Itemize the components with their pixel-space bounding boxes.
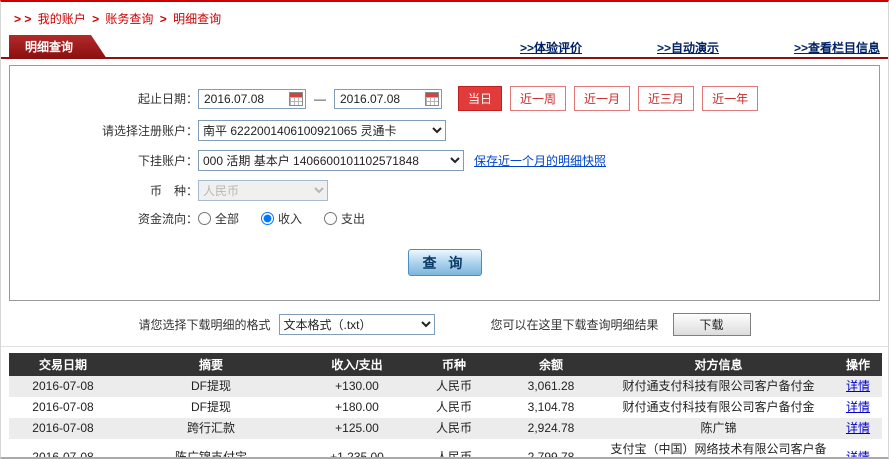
download-hint: 您可以在这里下载查询明细结果: [490, 318, 659, 332]
table-row: 2016-07-08 跨行汇款 +125.00 人民币 2,924.78 陈广锦…: [9, 418, 882, 439]
cell-balance: 3,104.78: [527, 400, 575, 414]
col-header-currency: 币种: [409, 353, 499, 376]
account-label: 请选择注册账户：: [101, 124, 198, 138]
range-year-button[interactable]: 近一年: [702, 86, 759, 111]
flow-option-income[interactable]: 收入: [261, 210, 302, 227]
form-row-currency: 币 种： 人民币: [10, 180, 879, 201]
cell-currency: 人民币: [435, 379, 472, 393]
cell-counterparty: 陈广锦: [700, 421, 737, 435]
cell-balance: 2,799.78: [527, 449, 575, 459]
form-row-account: 请选择注册账户： 南平 6222001406100921065 灵通卡: [10, 120, 879, 141]
flow-option-all[interactable]: 全部: [198, 210, 239, 227]
col-header-balance: 余额: [499, 353, 603, 376]
cell-counterparty: 财付通支付科技有限公司客户备付金: [622, 379, 815, 393]
flow-option-expense[interactable]: 支出: [324, 210, 365, 227]
range-week-button[interactable]: 近一周: [510, 86, 567, 111]
link-column-info[interactable]: >>查看栏目信息: [794, 39, 880, 56]
breadcrumb-item-account-query[interactable]: 账务查询: [105, 12, 153, 26]
download-format-select[interactable]: 文本格式（.txt）: [278, 314, 435, 335]
flow-radio-all[interactable]: [198, 212, 211, 225]
currency-select: 人民币: [198, 180, 328, 201]
breadcrumb-item-my-account[interactable]: 我的账户: [38, 12, 86, 26]
panel-title-tab: 明细查询: [9, 35, 107, 59]
col-header-date: 交易日期: [9, 353, 117, 376]
flow-radio-expense[interactable]: [324, 212, 338, 225]
detail-link[interactable]: 详情: [846, 379, 870, 393]
results-table: 交易日期 摘要 收入/支出 币种 余额 对方信息 操作 2016-07-08 D…: [9, 353, 882, 459]
link-experience-review[interactable]: >>体验评价: [520, 39, 582, 56]
download-button[interactable]: 下载: [672, 313, 751, 336]
divider: [1, 346, 888, 347]
calendar-icon[interactable]: [289, 91, 303, 106]
form-row-flow: 资金流向： 全部 收入 支出: [10, 210, 879, 227]
cell-balance: 3,061.28: [527, 379, 575, 393]
table-row: 2016-07-08 DF提现 +180.00 人民币 3,104.78 财付通…: [9, 397, 882, 418]
col-header-summary: 摘要: [117, 353, 305, 376]
detail-link[interactable]: 详情: [846, 450, 870, 458]
col-header-amount: 收入/支出: [305, 353, 409, 376]
col-header-counterparty: 对方信息: [603, 353, 834, 376]
cell-summary: 跨行汇款: [186, 421, 235, 435]
calendar-icon[interactable]: [425, 91, 439, 106]
cell-counterparty: 财付通支付科技有限公司客户备付金: [622, 400, 815, 414]
range-quarter-button[interactable]: 近三月: [638, 86, 695, 111]
cell-amount: +125.00: [335, 421, 379, 435]
download-row: 请您选择下载明细的格式 文本格式（.txt） 您可以在这里下载查询明细结果 下载: [1, 313, 888, 336]
cell-date: 2016-07-08: [32, 449, 94, 459]
flow-option-income-label: 收入: [278, 212, 303, 226]
cell-counterparty: 支付宝（中国）网络技术有限公司客户备付金: [610, 442, 827, 456]
quick-range-buttons: 当日 近一周 近一月 近三月 近一年: [458, 86, 759, 111]
cell-amount: +130.00: [335, 379, 379, 393]
date-to-wrap: [334, 88, 442, 109]
date-separator: —: [314, 91, 326, 106]
cell-date: 2016-07-08: [32, 379, 94, 393]
download-format-label: 请您选择下载明细的格式: [138, 318, 271, 332]
form-row-subaccount: 下挂账户： 000 活期 基本户 1406600101102571848 保存近…: [10, 150, 879, 171]
range-today-button[interactable]: 当日: [458, 86, 503, 111]
currency-label: 币 种：: [149, 184, 198, 198]
sub-account-select[interactable]: 000 活期 基本户 1406600101102571848: [198, 150, 464, 171]
subaccount-label: 下挂账户：: [137, 154, 198, 168]
range-month-button[interactable]: 近一月: [574, 86, 631, 111]
registered-account-select[interactable]: 南平 6222001406100921065 灵通卡: [198, 120, 446, 141]
table-row: 2016-07-08 陈广锦支付宝 +1,235.00 人民币 2,799.78…: [9, 439, 882, 459]
flow-label: 资金流向：: [137, 212, 198, 226]
date-range-label: 起止日期：: [137, 92, 198, 106]
query-form: 起止日期： — 当日 近一周 近一月 近三月 近一年 请选择注册账户： 南平 6…: [9, 65, 880, 301]
flow-radio-group: 全部 收入 支出: [198, 210, 365, 227]
breadcrumb: > > 我的账户 > 账务查询 > 明细查询: [1, 2, 888, 33]
cell-balance: 2,924.78: [527, 421, 575, 435]
cell-amount: +1,235.00: [330, 449, 384, 459]
col-header-action: 操作: [834, 353, 882, 376]
cell-currency: 人民币: [435, 449, 472, 459]
flow-option-all-label: 全部: [215, 212, 240, 226]
cell-currency: 人民币: [435, 400, 472, 414]
snapshot-link[interactable]: 保存近一个月的明细快照: [474, 152, 606, 169]
form-row-date: 起止日期： — 当日 近一周 近一月 近三月 近一年: [10, 86, 879, 111]
table-row: 2016-07-08 DF提现 +130.00 人民币 3,061.28 财付通…: [9, 376, 882, 397]
cell-summary: DF提现: [191, 379, 231, 393]
panel-header: 明细查询 >>体验评价 >>自动演示 >>查看栏目信息: [1, 35, 888, 59]
cell-date: 2016-07-08: [32, 421, 94, 435]
page: > > 我的账户 > 账务查询 > 明细查询 明细查询 >>体验评价 >>自动演…: [0, 0, 889, 459]
date-from-wrap: [198, 88, 306, 109]
table-header-row: 交易日期 摘要 收入/支出 币种 余额 对方信息 操作: [9, 353, 882, 376]
cell-date: 2016-07-08: [32, 400, 94, 414]
detail-link[interactable]: 详情: [846, 400, 870, 414]
flow-radio-income[interactable]: [261, 212, 275, 225]
cell-summary: DF提现: [191, 400, 231, 414]
breadcrumb-separator: >: [159, 12, 167, 26]
breadcrumb-arrow-icon: > >: [14, 12, 32, 26]
cell-summary: 陈广锦支付宝: [174, 449, 247, 459]
breadcrumb-separator: >: [92, 12, 100, 26]
panel-links: >>体验评价 >>自动演示 >>查看栏目信息: [520, 39, 880, 56]
link-auto-demo[interactable]: >>自动演示: [657, 39, 719, 56]
cell-currency: 人民币: [435, 421, 472, 435]
cell-amount: +180.00: [335, 400, 379, 414]
query-button[interactable]: 查 询: [407, 249, 482, 276]
breadcrumb-item-detail-query[interactable]: 明细查询: [173, 12, 221, 26]
detail-link[interactable]: 详情: [846, 421, 870, 435]
flow-option-expense-label: 支出: [341, 212, 366, 226]
